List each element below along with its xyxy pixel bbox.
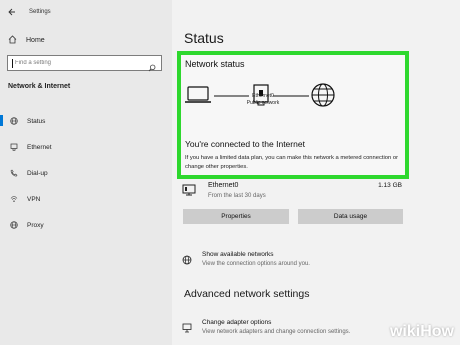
connection-description: If you have a limited data plan, you can… <box>185 155 398 170</box>
search-input[interactable] <box>15 60 143 66</box>
link-title: Change adapter options <box>202 319 272 326</box>
sidebar-item-dial-up[interactable]: Dial-up <box>0 160 172 186</box>
show-available-networks-link[interactable]: Show available networks View the connect… <box>182 249 422 273</box>
home-label: Home <box>26 36 45 44</box>
sidebar-item-label: Status <box>27 117 46 125</box>
link-subtitle: View network adapters and change connect… <box>202 329 351 335</box>
available-networks-icon <box>182 252 192 270</box>
data-usage-button[interactable]: Data usage <box>298 209 403 224</box>
home-icon <box>8 31 17 49</box>
sidebar-item-label: Proxy <box>27 221 44 229</box>
network-status-panel: Network status Ethernet0 Public network <box>177 51 409 179</box>
search-box[interactable] <box>7 55 162 72</box>
phone-icon <box>10 169 18 177</box>
network-diagram <box>185 83 335 107</box>
watermark-wiki: wiki <box>389 323 421 340</box>
data-usage-amount: 1.13 GB <box>378 182 402 189</box>
monitor-icon <box>182 183 196 201</box>
search-icon[interactable] <box>148 59 156 77</box>
sidebar-item-proxy[interactable]: Proxy <box>0 212 172 238</box>
wikihow-watermark: wikiHow <box>390 323 454 341</box>
network-status-title: Network status <box>185 59 245 69</box>
laptop-icon <box>185 86 211 103</box>
sidebar-nav: Status Ethernet Dial-up VPN Proxy <box>0 108 172 238</box>
network-type: Public network <box>246 99 280 106</box>
sidebar-item-status[interactable]: Status <box>0 108 172 134</box>
back-arrow-icon[interactable] <box>8 8 16 16</box>
sidebar-item-ethernet[interactable]: Ethernet <box>0 134 172 160</box>
link-subtitle: View the connection options around you. <box>202 261 310 267</box>
globe-icon <box>10 117 18 125</box>
properties-button[interactable]: Properties <box>183 209 289 224</box>
main-content: Status Network status Ethernet0 Public n… <box>172 0 460 345</box>
adapter-label: Ethernet0 Public network <box>233 93 293 106</box>
title-bar: Settings <box>8 6 51 18</box>
sidebar-item-vpn[interactable]: VPN <box>0 186 172 212</box>
page-title: Status <box>184 30 224 46</box>
sidebar: Settings Home Network & Internet Status … <box>0 0 172 345</box>
ethernet-period: From the last 30 days <box>208 193 266 199</box>
ethernet-icon <box>10 143 18 151</box>
ethernet-name: Ethernet0 <box>208 182 239 189</box>
connection-status-text: You're connected to the Internet <box>185 139 305 149</box>
watermark-how: How <box>420 323 454 340</box>
advanced-settings-heading: Advanced network settings <box>184 288 310 300</box>
sidebar-item-label: Ethernet <box>27 143 52 151</box>
home-link[interactable]: Home <box>8 34 45 46</box>
internet-globe-icon <box>311 83 335 107</box>
change-adapter-options-link[interactable]: Change adapter options View network adap… <box>182 317 422 341</box>
app-title: Settings <box>29 9 51 15</box>
proxy-icon <box>10 221 18 229</box>
sidebar-item-label: VPN <box>27 195 41 203</box>
sidebar-item-label: Dial-up <box>27 169 48 177</box>
adapter-icon <box>182 320 192 338</box>
section-heading: Network & Internet <box>8 83 71 90</box>
vpn-icon <box>10 195 18 203</box>
ethernet-usage-row: Ethernet0 From the last 30 days 1.13 GB <box>182 181 412 207</box>
link-title: Show available networks <box>202 251 274 258</box>
text-caret <box>12 58 13 68</box>
